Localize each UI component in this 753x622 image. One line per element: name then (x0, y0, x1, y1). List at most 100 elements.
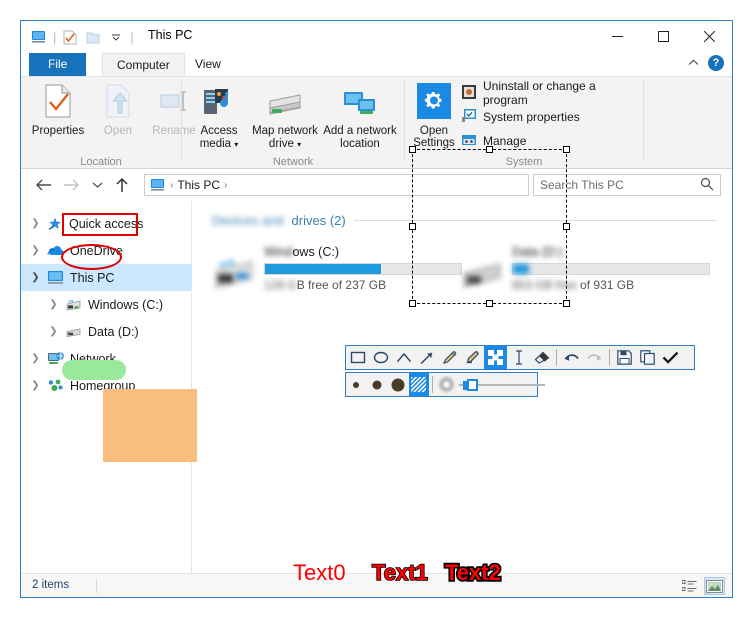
uninstall-program-button[interactable]: Uninstall or change a program (461, 79, 643, 107)
chevron-right-icon[interactable]: ❯ (29, 218, 42, 229)
sidebar-item-homegroup[interactable]: ❯ Homegroup (21, 372, 191, 399)
thickness-medium[interactable] (367, 373, 388, 396)
annotation-toolbar-row-options (345, 372, 546, 397)
open-settings-button[interactable]: Open Settings (409, 81, 459, 149)
drive-free-text-d: 853 GB free of 931 GB (512, 278, 634, 292)
search-input[interactable]: Search This PC (533, 174, 721, 196)
undo-button[interactable] (560, 346, 583, 369)
maximize-button[interactable] (640, 21, 686, 52)
status-item-count: 2 items (32, 579, 70, 591)
manage-button[interactable]: Manage (461, 131, 526, 151)
ellipse-tool[interactable] (369, 346, 392, 369)
group-header-obscured: Devices and (212, 213, 284, 228)
drive-free-obscured-d: 853 GB free (512, 278, 581, 292)
drive-item-data-d[interactable]: Data (D:) 853 GB free of 931 GB (460, 245, 710, 297)
thickness-large[interactable] (388, 373, 409, 396)
add-network-location-icon (322, 81, 398, 121)
thickness-small[interactable] (346, 373, 367, 396)
system-properties-label: System properties (483, 110, 580, 124)
sidebar-item-windows-c[interactable]: ❯ Windows (C:) (21, 291, 191, 318)
ribbon-right-controls: ? (688, 55, 724, 71)
blur-strength-slider[interactable] (459, 377, 546, 393)
eraser-tool[interactable] (530, 346, 553, 369)
text-tool[interactable] (507, 346, 530, 369)
redo-button[interactable] (583, 346, 606, 369)
settings-gear-icon (409, 81, 459, 121)
pixelate-mode[interactable] (408, 373, 430, 396)
blur-mode[interactable] (436, 373, 457, 396)
search-icon[interactable] (700, 177, 714, 194)
system-drive-icon (65, 298, 83, 312)
chevron-right-icon-5[interactable]: ❯ (29, 353, 42, 364)
add-network-location-button[interactable]: Add a network location (322, 81, 398, 151)
ribbon-group-system: Open Settings Uninstall or change a progr… (405, 77, 643, 170)
tab-view[interactable]: View (181, 53, 235, 76)
window-controls (594, 21, 732, 52)
slider-thumb[interactable] (467, 378, 479, 391)
forward-button[interactable] (61, 175, 81, 195)
breadcrumb-separator-1[interactable]: › (224, 180, 227, 191)
customize-dropdown-icon[interactable] (107, 28, 125, 46)
properties-label: Properties (31, 125, 85, 137)
access-media-button[interactable]: Access media ▾ (190, 81, 248, 151)
properties-icon[interactable] (61, 28, 79, 46)
recent-locations-button[interactable] (87, 175, 107, 195)
minimize-button[interactable] (594, 21, 640, 52)
quick-access-toolbar: | | (30, 26, 134, 48)
details-view-button[interactable] (679, 577, 700, 595)
sidebar-item-data-d[interactable]: ❯ Data (D:) (21, 318, 191, 345)
chevron-down-icon[interactable]: ❯ (29, 272, 42, 283)
sidebar-item-quick-access[interactable]: ❯ Quick access (21, 210, 191, 237)
drive-name-obscured: Wind (264, 245, 293, 259)
arrow-tool[interactable] (415, 346, 438, 369)
uninstall-icon (461, 84, 477, 103)
chevron-right-icon-4[interactable]: ❯ (47, 326, 60, 337)
breadcrumb[interactable]: › This PC › (144, 174, 529, 196)
sidebar-item-onedrive[interactable]: ❯ OneDrive (21, 237, 191, 264)
chevron-right-icon-6[interactable]: ❯ (29, 380, 42, 391)
open-label: Open (103, 125, 133, 137)
this-pc-icon[interactable] (30, 28, 48, 46)
properties-button[interactable]: Properties (27, 81, 89, 138)
map-network-drive-button[interactable]: Map network drive ▾ (250, 81, 320, 151)
help-icon[interactable]: ? (708, 55, 724, 71)
sidebar-item-this-pc[interactable]: ❯ This PC (21, 264, 191, 291)
drive-name-windows-c: Windows (C:) (264, 245, 339, 259)
tab-file[interactable]: File (29, 53, 87, 76)
freehand-tool[interactable] (438, 346, 461, 369)
drive-item-windows-c[interactable]: Windows (C:) 128 GB free of 237 GB (212, 245, 462, 297)
up-button[interactable] (112, 175, 132, 195)
line-tool[interactable] (392, 346, 415, 369)
highlight-tool[interactable] (461, 346, 484, 369)
rectangle-tool[interactable] (346, 346, 369, 369)
copy-button[interactable] (636, 346, 659, 369)
sidebar-item-network[interactable]: ❯ Network (21, 345, 191, 372)
drive-name-data-d: Data (D:) (512, 245, 563, 259)
quick-access-star-icon (47, 216, 64, 232)
chevron-up-icon[interactable] (688, 57, 699, 69)
ribbon-group-label-system: System (505, 156, 543, 168)
uninstall-label: Uninstall or change a program (483, 79, 596, 107)
back-button[interactable] (33, 175, 53, 195)
open-button[interactable]: Open (87, 81, 149, 138)
status-divider (96, 579, 97, 593)
title-bar: | | This PC (21, 21, 732, 53)
this-pc-icon-sidebar (47, 270, 65, 285)
chevron-right-icon-2[interactable]: ❯ (29, 245, 42, 256)
annotation-toolbar-row-tools (345, 345, 695, 370)
close-button[interactable] (686, 21, 732, 52)
chevron-right-icon-3[interactable]: ❯ (47, 299, 60, 310)
tab-computer[interactable]: Computer (102, 53, 185, 76)
drive-free-visible-c: B free of 237 GB (296, 278, 387, 292)
group-header[interactable]: Devices and drives (2) (212, 213, 717, 228)
system-properties-button[interactable]: System properties (461, 107, 580, 127)
new-folder-icon[interactable] (84, 28, 102, 46)
breadcrumb-item-this-pc[interactable]: This PC (177, 178, 220, 192)
save-button[interactable] (613, 346, 636, 369)
toolbar-separator-1 (556, 349, 557, 366)
manage-icon (461, 132, 477, 151)
confirm-button[interactable] (659, 346, 682, 369)
ribbon-group-label-network: Network (272, 156, 314, 168)
large-icons-view-button[interactable] (704, 577, 725, 595)
obfuscate-tool[interactable] (484, 346, 507, 369)
